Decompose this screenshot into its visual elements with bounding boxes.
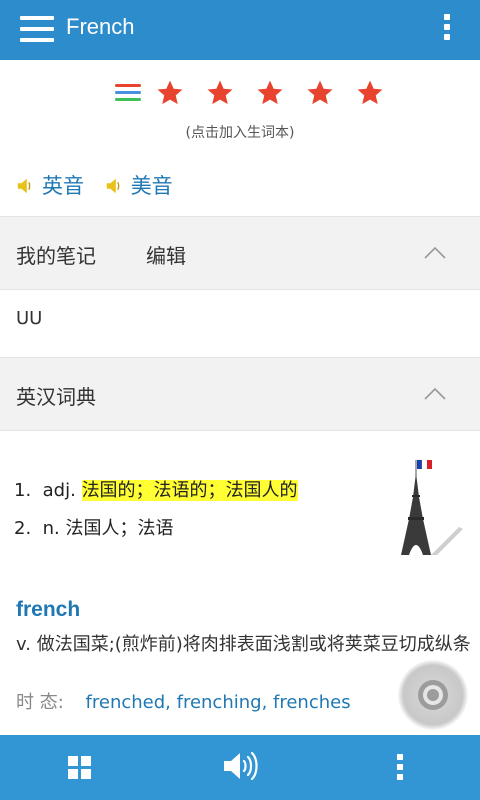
dictionary-title: 英汉词典 (16, 385, 96, 409)
chevron-up-icon[interactable] (424, 388, 446, 400)
star-icon[interactable] (255, 78, 285, 108)
star-icon[interactable] (205, 78, 235, 108)
verb-definition: v. 做法国菜;(煎炸前)将肉排表面浅割或将荚菜豆切成纵条 (16, 634, 471, 655)
tense-row: 时 态: frenched, frenching, frenches (16, 688, 351, 714)
us-pronunciation-button[interactable]: 美音 (105, 174, 173, 198)
definition-item: 1. adj. 法国的；法语的；法国人的 (14, 476, 298, 514)
star-rating[interactable] (155, 78, 400, 112)
star-icon[interactable] (355, 78, 385, 108)
uk-pronunciation-button[interactable]: 英音 (16, 174, 91, 198)
wordbook-icon[interactable] (115, 84, 141, 104)
definition-item: 2. n. 法国人；法语 (14, 514, 298, 552)
floating-action-button[interactable] (398, 660, 468, 730)
tense-label: 时 态: (16, 692, 64, 713)
grid-icon[interactable] (68, 756, 92, 780)
app-bar: French (0, 0, 480, 60)
star-icon[interactable] (155, 78, 185, 108)
note-content: UU (16, 308, 43, 329)
speaker-icon (17, 178, 31, 194)
eiffel-tower-image[interactable] (393, 457, 467, 557)
speaker-icon (106, 178, 119, 194)
more-vert-icon[interactable] (444, 14, 450, 44)
notes-section-header[interactable]: 我的笔记 编辑 (0, 216, 480, 290)
page-title: French (66, 14, 135, 39)
us-label: 美音 (130, 174, 173, 198)
part-of-speech: n. (42, 518, 60, 539)
tense-forms[interactable]: frenched, frenching, frenches (86, 692, 351, 713)
star-icon[interactable] (305, 78, 335, 108)
dictionary-section-header[interactable]: 英汉词典 (0, 357, 480, 431)
add-wordbook-hint: (点击加入生词本) (185, 125, 295, 141)
definition-number: 1. (14, 480, 32, 501)
definition-number: 2. (14, 518, 32, 539)
speaker-icon[interactable] (222, 750, 258, 782)
definition-text: 法国人；法语 (65, 518, 174, 539)
definition-text: 法国的；法语的；法国人的 (81, 480, 298, 501)
edit-notes-button[interactable]: 编辑 (146, 240, 186, 269)
chevron-up-icon[interactable] (424, 247, 446, 259)
pronunciation-row: 英音 美音 (16, 170, 187, 200)
definition-list: 1. adj. 法国的；法语的；法国人的 2. n. 法国人；法语 (14, 476, 298, 552)
menu-icon[interactable] (20, 16, 54, 42)
more-vert-icon[interactable] (397, 754, 403, 784)
uk-label: 英音 (42, 174, 84, 198)
part-of-speech: adj. (42, 480, 76, 501)
headword: french (16, 598, 81, 621)
notes-title: 我的笔记 (16, 244, 96, 268)
